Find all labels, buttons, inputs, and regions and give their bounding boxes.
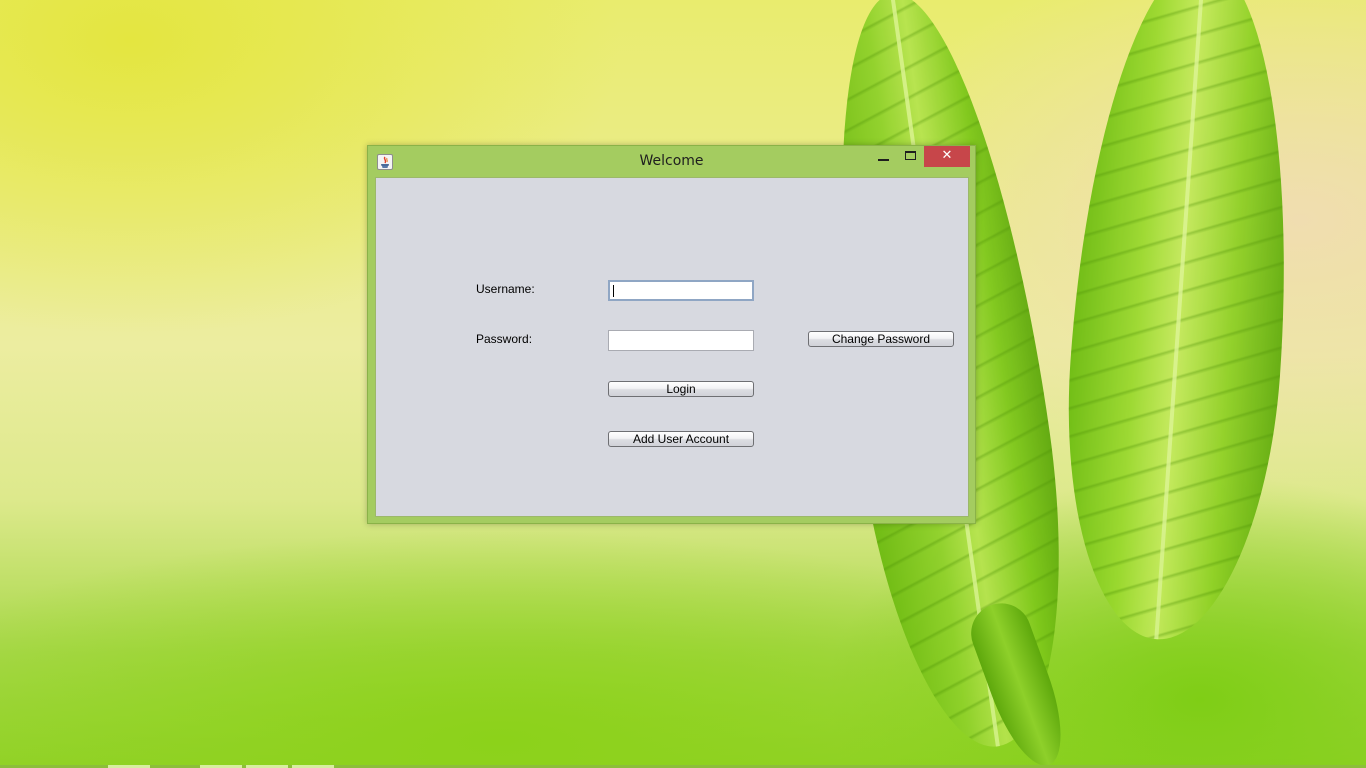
login-panel: Username: Password: Change Password Logi… [375,177,969,517]
close-icon: ✕ [941,148,953,163]
welcome-window: Welcome ✕ Username: Password: Change Pas… [367,145,976,524]
maximize-icon [905,151,916,160]
minimize-icon [878,159,889,161]
username-label: Username: [476,282,535,296]
window-titlebar[interactable]: Welcome ✕ [368,146,975,177]
wallpaper-leaf-right [1051,0,1309,647]
login-button[interactable]: Login [608,381,754,397]
add-user-account-button[interactable]: Add User Account [608,431,754,447]
close-button[interactable]: ✕ [924,146,970,167]
username-input[interactable] [608,280,754,301]
password-label: Password: [476,332,533,346]
minimize-button[interactable] [870,146,896,167]
change-password-button[interactable]: Change Password [808,331,954,347]
maximize-button[interactable] [897,146,923,167]
password-input[interactable] [608,330,754,351]
desktop-background: Welcome ✕ Username: Password: Change Pas… [0,0,1366,768]
text-caret [613,285,614,297]
